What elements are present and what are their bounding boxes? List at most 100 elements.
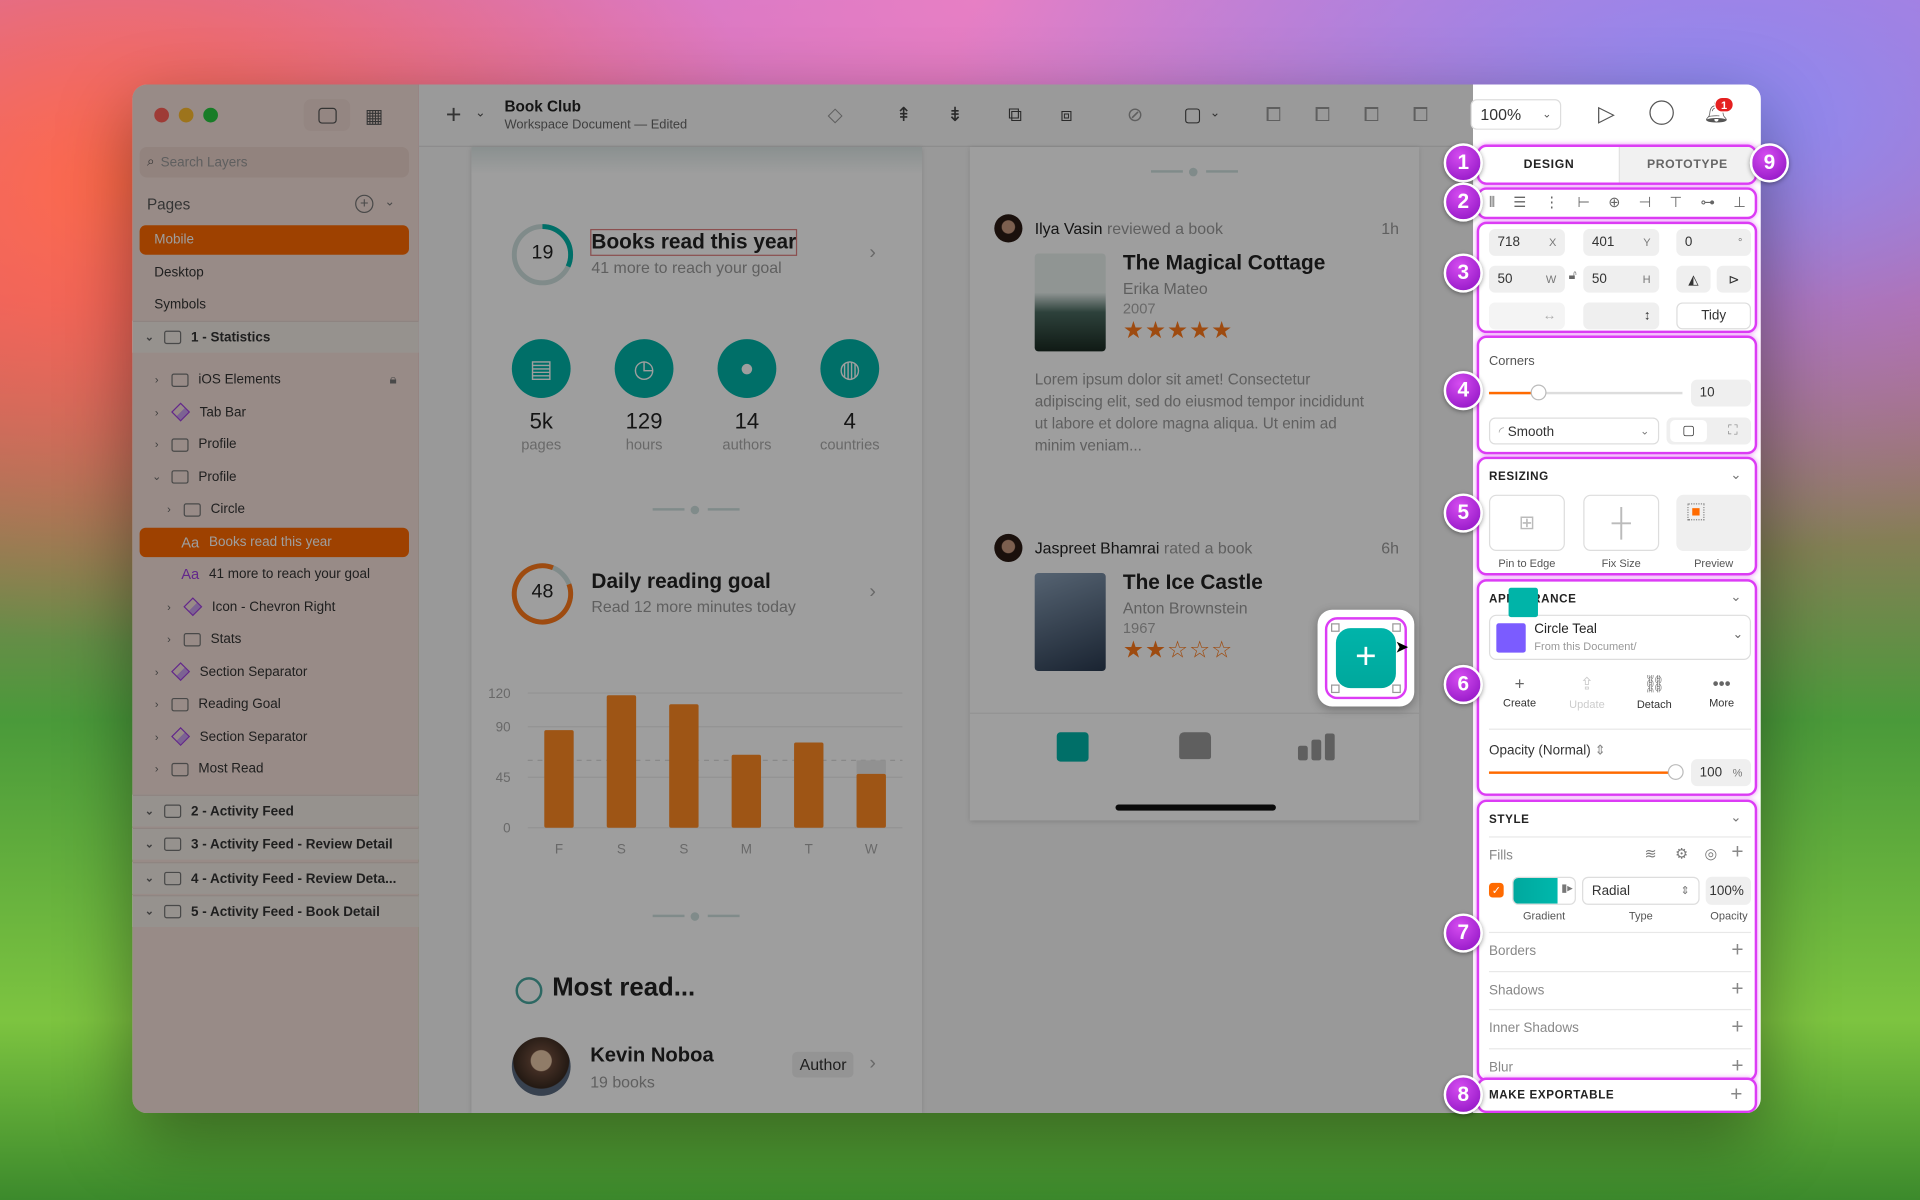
chevron-right-icon[interactable]: › bbox=[149, 438, 164, 450]
intersect-icon[interactable]: ⧠ bbox=[1359, 105, 1383, 127]
rounded-square-icon[interactable]: ▢ bbox=[1670, 420, 1707, 443]
artboard-row[interactable]: ⌄ 1 - Statistics bbox=[132, 320, 419, 353]
artboard-row[interactable]: ⌄ 3 - Activity Feed - Review Detail bbox=[132, 827, 419, 860]
tab-prototype[interactable]: PROTOTYPE bbox=[1618, 146, 1755, 183]
chevron-down-icon[interactable]: ⌄ bbox=[149, 470, 164, 483]
horizontal-spacing-field[interactable]: ↔ bbox=[1488, 302, 1565, 330]
insert-chevron-icon[interactable]: ⌄ bbox=[475, 107, 485, 120]
chevron-right-icon[interactable]: › bbox=[149, 373, 164, 385]
layer-row[interactable]: › Section Separator bbox=[140, 722, 409, 751]
artboard-row[interactable]: ⌄ 2 - Activity Feed bbox=[132, 794, 419, 827]
chevron-right-icon[interactable]: › bbox=[149, 406, 164, 418]
chevron-right-icon[interactable]: › bbox=[162, 633, 177, 645]
add-export-icon[interactable]: + bbox=[1730, 1082, 1742, 1106]
x-field[interactable]: 718 X bbox=[1488, 228, 1565, 256]
fill-opacity-field[interactable]: 100% bbox=[1705, 876, 1752, 905]
corners-expand-icon[interactable]: ⛶ bbox=[1728, 423, 1737, 439]
more-button[interactable]: ••• More bbox=[1691, 673, 1752, 709]
add-icon[interactable]: + bbox=[1731, 938, 1743, 962]
layer-row[interactable]: Aa Books read this year bbox=[139, 527, 409, 557]
chevron-right-icon[interactable]: › bbox=[869, 582, 876, 604]
book-cover[interactable] bbox=[1034, 573, 1106, 672]
chevron-down-icon[interactable]: ⌄ bbox=[384, 196, 394, 209]
book-cover[interactable] bbox=[1034, 253, 1106, 352]
align-bottom-icon[interactable]: ⊥ bbox=[1733, 193, 1746, 211]
more-align-icon[interactable]: ⋮ bbox=[1545, 193, 1560, 211]
vertical-spacing-field[interactable]: ↕ bbox=[1583, 302, 1660, 330]
chevron-right-icon[interactable]: › bbox=[869, 242, 876, 264]
align-center-icon[interactable]: ⊕ bbox=[1608, 193, 1620, 211]
page-symbols[interactable]: Symbols bbox=[140, 290, 409, 319]
book-title[interactable]: The Magical Cottage bbox=[1123, 251, 1325, 275]
pin-to-edge-control[interactable]: ⊞ bbox=[1488, 494, 1565, 552]
ungroup-icon[interactable]: ⧈ bbox=[1054, 105, 1078, 127]
add-button[interactable]: + bbox=[1335, 628, 1396, 689]
corners-value-field[interactable]: 10 bbox=[1691, 379, 1752, 407]
layer-row[interactable]: › Most Read bbox=[140, 754, 409, 783]
move-forward-icon[interactable]: ⇞ bbox=[891, 105, 915, 127]
difference-icon[interactable]: ⧠ bbox=[1408, 105, 1432, 127]
inner-shadows-row[interactable]: Inner Shadows + bbox=[1489, 1010, 1751, 1047]
tab-feed-icon[interactable] bbox=[1056, 732, 1089, 762]
books-title[interactable]: Books read this year bbox=[590, 228, 798, 256]
minimize-button[interactable] bbox=[178, 107, 194, 123]
chevron-right-icon[interactable]: › bbox=[162, 601, 177, 613]
layer-row[interactable]: ⌄ Profile bbox=[140, 462, 409, 491]
page-mobile[interactable]: Mobile bbox=[139, 225, 409, 255]
width-field[interactable]: 50 W bbox=[1488, 265, 1565, 293]
tab-stats-icon[interactable] bbox=[1297, 733, 1337, 761]
blend-mode-icon[interactable]: ◎ bbox=[1704, 845, 1717, 862]
add-icon[interactable]: + bbox=[1731, 1015, 1743, 1039]
user-avatar[interactable] bbox=[994, 214, 1023, 243]
add-icon[interactable]: + bbox=[1731, 1054, 1743, 1078]
height-field[interactable]: 50 H bbox=[1583, 265, 1660, 293]
create-button[interactable]: + Create bbox=[1489, 673, 1550, 709]
align-middle-icon[interactable]: ⊶ bbox=[1700, 193, 1715, 211]
rotation-field[interactable]: 0 ° bbox=[1676, 228, 1752, 256]
close-button[interactable] bbox=[154, 107, 169, 123]
artboard-row[interactable]: ⌄ 4 - Activity Feed - Review Deta... bbox=[132, 862, 419, 894]
layer-row[interactable]: › Section Separator bbox=[140, 657, 409, 686]
corner-mode-toggle[interactable]: ▢ ⛶ bbox=[1666, 417, 1752, 445]
artboard-row[interactable]: ⌄ 5 - Activity Feed - Book Detail bbox=[132, 895, 419, 927]
subtract-icon[interactable]: ⧠ bbox=[1310, 105, 1334, 127]
flip-vertical-icon[interactable]: ⊳ bbox=[1716, 265, 1752, 293]
layer-row[interactable]: › Profile bbox=[140, 430, 409, 459]
layer-row[interactable]: › Circle bbox=[140, 495, 409, 524]
borders-row[interactable]: Borders + bbox=[1489, 933, 1751, 970]
layers-stack-icon[interactable]: ≋ bbox=[1644, 845, 1656, 862]
edit-path-icon[interactable]: ⊘ bbox=[1123, 105, 1147, 127]
make-exportable-section[interactable]: MAKE EXPORTABLE + bbox=[1476, 1077, 1758, 1114]
chevron-right-icon[interactable]: › bbox=[149, 698, 164, 710]
group-icon[interactable]: ⧉ bbox=[1003, 105, 1027, 127]
layer-row[interactable]: Aa 41 more to reach your goal bbox=[140, 560, 409, 589]
corners-slider[interactable] bbox=[1488, 384, 1683, 401]
lock-ratio-icon[interactable]: 🔓︎ bbox=[1569, 269, 1577, 282]
chevron-down-icon[interactable]: ⌄ bbox=[142, 331, 157, 344]
fix-size-control[interactable]: ┼ bbox=[1583, 494, 1660, 552]
artboard-activity-feed[interactable]: Ilya Vasin reviewed a book 1h The Magical … bbox=[969, 146, 1420, 821]
fill-enabled-checkbox[interactable]: ✓ bbox=[1488, 882, 1504, 898]
user-name[interactable]: Ilya Vasin bbox=[1035, 219, 1103, 237]
chevron-right-icon[interactable]: › bbox=[149, 763, 164, 775]
chevron-down-icon[interactable]: ⌄ bbox=[1730, 589, 1741, 605]
update-button[interactable]: ⇪ Update bbox=[1556, 673, 1617, 710]
tab-design[interactable]: DESIGN bbox=[1479, 147, 1619, 183]
tidy-button[interactable]: Tidy bbox=[1676, 302, 1752, 330]
opacity-slider[interactable] bbox=[1488, 764, 1684, 781]
canvas[interactable]: 19 Books read this year 41 more to reach… bbox=[418, 146, 1474, 1114]
artboard-statistics[interactable]: 19 Books read this year 41 more to reach… bbox=[471, 146, 923, 1114]
gear-icon[interactable]: ⚙ bbox=[1675, 845, 1688, 862]
lock-icon[interactable]: 🔒︎ bbox=[390, 372, 397, 388]
share-user-icon[interactable] bbox=[1649, 100, 1674, 125]
fill-type-select[interactable]: Radial ⇕ bbox=[1582, 876, 1700, 905]
mask-icon[interactable]: ▢ bbox=[1180, 105, 1204, 127]
shared-style-select[interactable]: Circle Teal From this Document/ ⌄ bbox=[1488, 614, 1752, 661]
chevron-down-icon[interactable]: ⌄ bbox=[142, 905, 157, 918]
chevron-down-icon[interactable]: ⌄ bbox=[1730, 467, 1741, 483]
add-page-icon[interactable]: + bbox=[355, 194, 374, 214]
chevron-right-icon[interactable]: › bbox=[149, 666, 164, 678]
union-icon[interactable]: ⧠ bbox=[1261, 105, 1285, 127]
chevron-right-icon[interactable]: › bbox=[869, 1053, 876, 1075]
move-backward-icon[interactable]: ⇟ bbox=[943, 105, 967, 127]
